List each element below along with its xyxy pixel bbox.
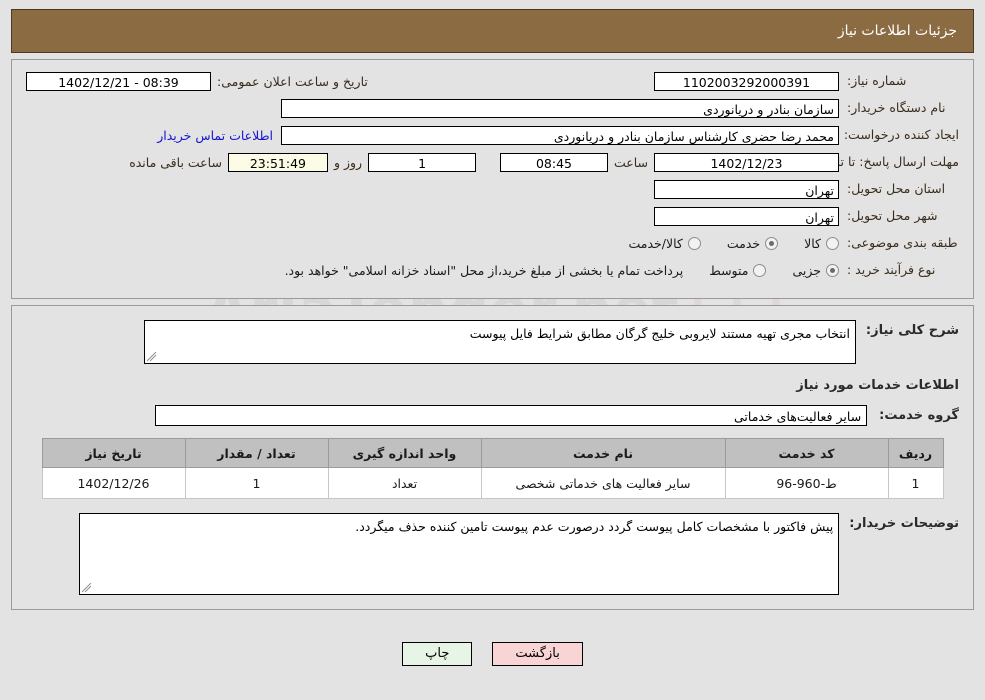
- row-general-description: شرح کلی نیاز: انتخاب مجری تهیه مستند لای…: [26, 320, 959, 364]
- remaining-days-label: روز و: [333, 154, 363, 170]
- cell-index: 1: [887, 467, 944, 499]
- row-service-group: گروه خدمت: سایر فعالیت‌های خدماتی: [26, 405, 959, 426]
- buyer-org-label: نام دستگاه خریدار:: [847, 100, 946, 116]
- buyer-contact-link[interactable]: اطلاعات تماس خریدار: [149, 128, 281, 143]
- th-index: ردیف: [887, 438, 944, 468]
- process-option-label: متوسط: [709, 262, 749, 278]
- need-number-label: شماره نیاز:: [847, 73, 907, 89]
- process-option-motevaset[interactable]: متوسط: [709, 262, 767, 278]
- category-option-kala-khedmat[interactable]: کالا/خدمت: [628, 235, 701, 251]
- city-value[interactable]: تهران: [654, 206, 839, 226]
- deadline-date-value[interactable]: 1402/12/23: [654, 152, 839, 172]
- services-table: ردیف کد خدمت نام خدمت واحد اندازه گیری ت…: [41, 438, 944, 499]
- deadline-hour-value[interactable]: 08:45: [499, 152, 608, 172]
- description-textarea[interactable]: انتخاب مجری تهیه مستند لایروبی خلیج گرگا…: [143, 320, 856, 364]
- row-delivery-city: شهر محل تحویل: تهران: [26, 205, 959, 227]
- process-option-label: جزیی: [792, 262, 821, 278]
- row-subject-category: طبقه بندی موضوعی: کالا خدمت کالا/خدمت: [26, 232, 959, 254]
- print-button[interactable]: چاپ: [402, 641, 473, 666]
- row-need-number: شماره نیاز: 1102003292000391 تاریخ و ساع…: [26, 70, 959, 92]
- th-code: کد خدمت: [724, 438, 889, 468]
- creator-value[interactable]: محمد رضا حضری کارشناس سازمان بنادر و دری…: [281, 125, 839, 145]
- deadline-hour-label: ساعت: [613, 154, 648, 170]
- deadline-label: مهلت ارسال پاسخ: تا تاریخ:: [814, 154, 959, 170]
- remaining-time-label: ساعت باقی مانده: [129, 154, 222, 170]
- city-label: شهر محل تحویل:: [847, 208, 938, 224]
- page-title: جزئیات اطلاعات نیاز: [837, 23, 957, 39]
- remaining-days-value[interactable]: 1: [368, 152, 477, 172]
- creator-label: ایجاد کننده درخواست:: [843, 127, 959, 143]
- cell-date: 1402/12/26: [41, 467, 186, 499]
- category-option-khedmat[interactable]: خدمت: [726, 235, 779, 251]
- row-buyer-notes: توضیحات خریدار: پیش فاکتور با مشخصات کام…: [26, 513, 959, 595]
- category-label: طبقه بندی موضوعی:: [847, 235, 958, 251]
- th-qty: تعداد / مقدار: [184, 438, 329, 468]
- description-label: شرح کلی نیاز:: [865, 323, 959, 338]
- radio-icon[interactable]: [826, 263, 839, 277]
- row-response-deadline: مهلت ارسال پاسخ: تا تاریخ: 1402/12/23 سا…: [26, 151, 959, 173]
- province-label: استان محل تحویل:: [847, 181, 946, 197]
- table-header-row: ردیف کد خدمت نام خدمت واحد اندازه گیری ت…: [41, 438, 944, 468]
- service-group-value[interactable]: سایر فعالیت‌های خدماتی: [155, 405, 868, 426]
- process-label: نوع فرآیند خرید :: [847, 262, 936, 278]
- radio-icon[interactable]: [765, 236, 779, 250]
- need-summary-panel: شماره نیاز: 1102003292000391 تاریخ و ساع…: [11, 59, 974, 299]
- radio-icon[interactable]: [753, 263, 767, 277]
- window-titlebar: جزئیات اطلاعات نیاز: [11, 9, 974, 53]
- process-option-jozei[interactable]: جزیی: [792, 263, 839, 278]
- th-unit: واحد اندازه گیری: [327, 438, 482, 468]
- province-value[interactable]: تهران: [654, 179, 839, 199]
- category-option-label: کالا/خدمت: [628, 235, 683, 251]
- resize-grip-icon[interactable]: [146, 352, 157, 362]
- buyer-notes-label: توضیحات خریدار:: [849, 516, 959, 531]
- service-group-label: گروه خدمت:: [879, 408, 959, 423]
- services-section-heading: اطلاعات خدمات مورد نیاز: [796, 378, 959, 393]
- category-option-label: کالا: [804, 235, 821, 251]
- category-option-label: خدمت: [726, 235, 761, 251]
- cell-code: ط-960-96: [724, 467, 889, 499]
- radio-icon[interactable]: [826, 236, 839, 250]
- category-option-kala[interactable]: کالا: [804, 236, 839, 251]
- row-delivery-province: استان محل تحویل: تهران: [26, 178, 959, 200]
- public-announce-label: تاریخ و ساعت اعلان عمومی:: [217, 73, 368, 89]
- row-purchase-process: نوع فرآیند خرید : جزیی متوسط پرداخت تمام…: [26, 259, 959, 281]
- resize-grip-icon[interactable]: [82, 583, 92, 593]
- need-details-panel: شرح کلی نیاز: انتخاب مجری تهیه مستند لای…: [11, 305, 974, 610]
- row-buyer-org: نام دستگاه خریدار: سازمان بنادر و دریانو…: [26, 97, 959, 119]
- row-request-creator: ایجاد کننده درخواست: محمد رضا حضری کارشن…: [26, 124, 959, 146]
- th-date: تاریخ نیاز: [41, 438, 186, 468]
- remaining-time-countdown: 23:51:49: [227, 152, 328, 172]
- back-button[interactable]: بازگشت: [492, 641, 583, 666]
- cell-name: سایر فعالیت های خدماتی شخصی: [480, 467, 726, 499]
- buyer-notes-textarea[interactable]: پیش فاکتور با مشخصات کامل پیوست گردد درص…: [79, 513, 840, 595]
- process-radio-group: جزیی متوسط: [683, 263, 839, 278]
- payment-note: پرداخت تمام یا بخشی از مبلغ خرید،از محل …: [284, 262, 684, 278]
- public-announce-value[interactable]: 08:39 - 1402/12/21: [26, 71, 211, 91]
- category-radio-group: کالا خدمت کالا/خدمت: [602, 236, 839, 251]
- table-row: 1 ط-960-96 سایر فعالیت های خدماتی شخصی ت…: [41, 467, 944, 499]
- cell-qty: 1: [184, 467, 329, 499]
- th-name: نام خدمت: [480, 438, 726, 468]
- cell-unit: تعداد: [327, 467, 482, 499]
- services-table-wrapper: ردیف کد خدمت نام خدمت واحد اندازه گیری ت…: [26, 438, 959, 499]
- buyer-org-value[interactable]: سازمان بنادر و دریانوردی: [281, 98, 839, 118]
- radio-icon[interactable]: [687, 236, 701, 250]
- need-number-value[interactable]: 1102003292000391: [654, 71, 839, 91]
- footer-button-bar: بازگشت چاپ: [0, 641, 985, 666]
